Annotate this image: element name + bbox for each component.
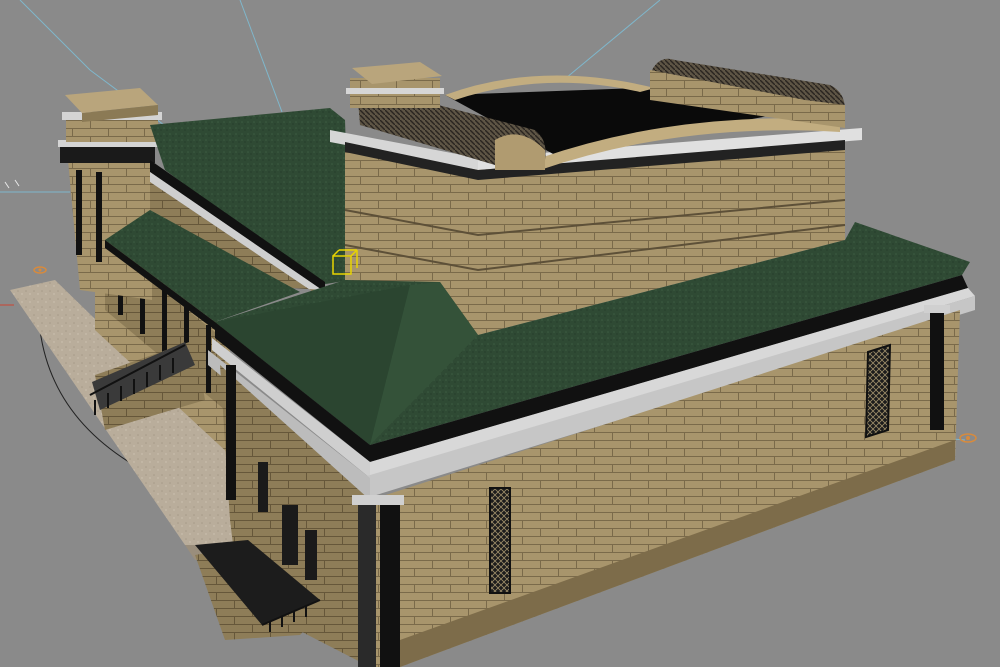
light-helper-left[interactable]: [33, 266, 47, 274]
left-tower-cornice: [60, 145, 155, 163]
left-tower-attic: [66, 118, 158, 142]
window-grille-right: [864, 343, 892, 439]
center-tower-trim: [346, 88, 444, 94]
scene-render[interactable]: [0, 0, 1000, 667]
window-grille-center: [489, 487, 511, 594]
light-helper-right[interactable]: [959, 433, 977, 443]
helper-marker[interactable]: [4, 179, 20, 189]
3d-viewport[interactable]: [0, 0, 1000, 667]
